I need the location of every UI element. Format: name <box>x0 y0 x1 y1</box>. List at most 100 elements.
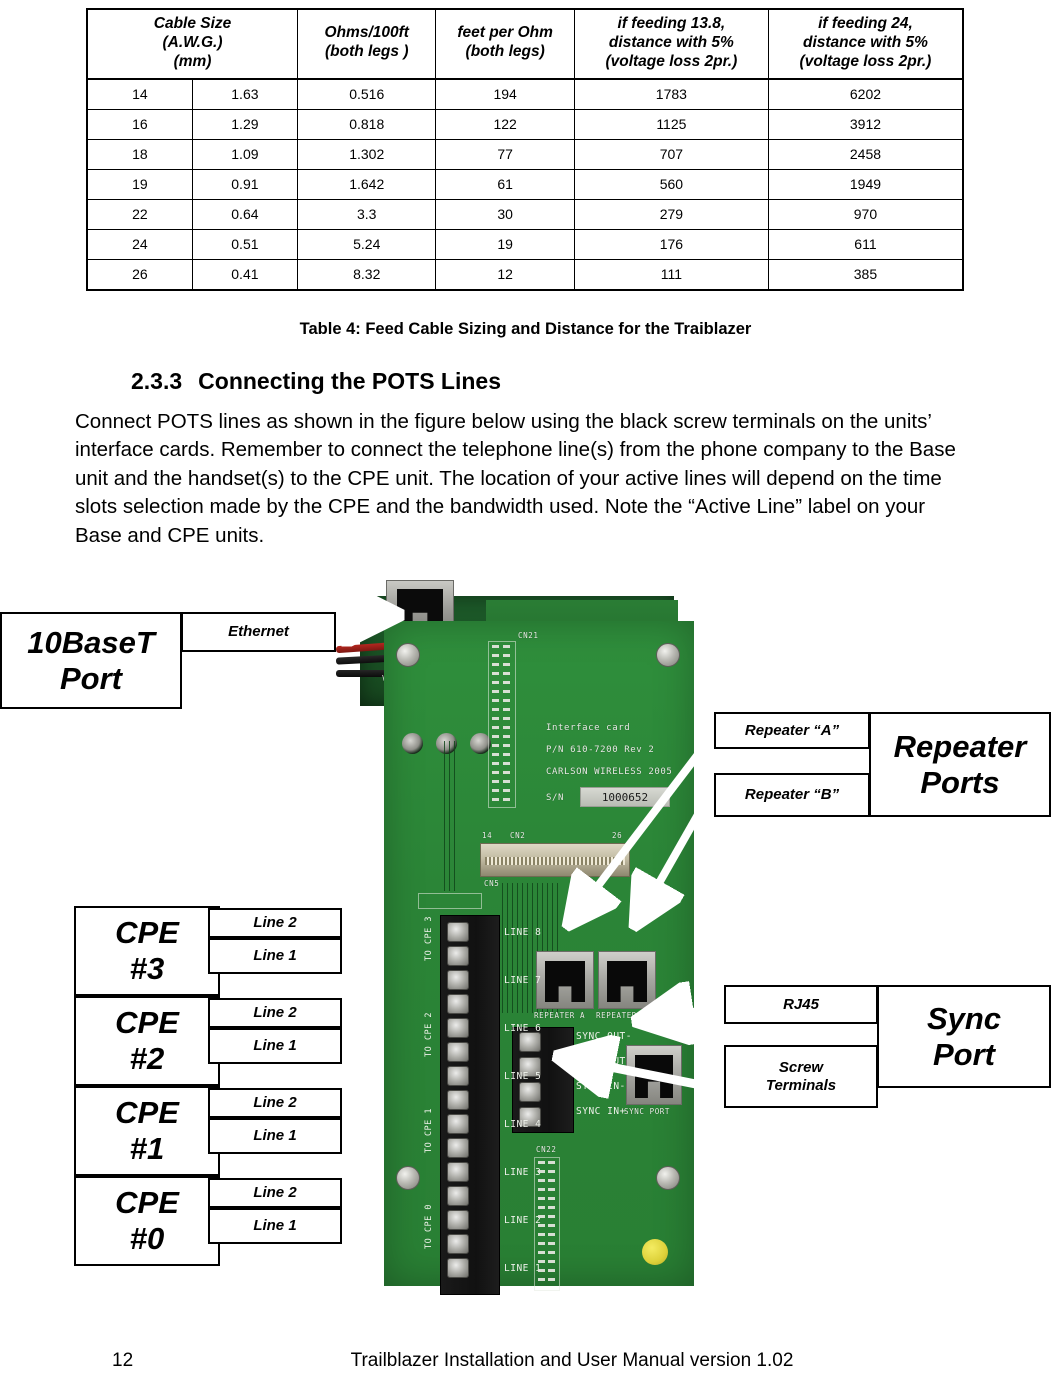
callout-cpe-0-line1: Line 1 <box>208 1208 342 1244</box>
header-line: if feeding 24, <box>818 15 913 32</box>
callout-cpe-2-line2: Line 2 <box>208 998 342 1028</box>
terminal-screw <box>447 1066 469 1086</box>
table-cell: 194 <box>435 78 575 110</box>
callout-cpe-1-line2: Line 2 <box>208 1088 342 1118</box>
table-row: 19 0.91 1.642 61 560 1949 <box>85 168 964 200</box>
table-cell: 19 <box>85 168 193 200</box>
terminal-screw <box>447 922 469 942</box>
silk-interface-card: Interface card <box>546 723 631 733</box>
pin-column <box>548 1161 555 1287</box>
terminal-screw <box>447 1114 469 1134</box>
callout-repeater-a: Repeater “A” <box>714 712 870 749</box>
table-cell: 19 <box>435 228 575 260</box>
terminal-screw <box>447 1018 469 1038</box>
callout-sync-port-label: Sync Port <box>927 1001 1001 1073</box>
table-cell: 560 <box>573 168 769 200</box>
mounting-screw-top-right <box>656 643 680 667</box>
repeater-a-rj45-jack <box>536 951 594 1009</box>
callout-cpe-2: CPE #2 <box>74 996 220 1086</box>
page-number: 12 <box>112 1350 134 1371</box>
table-header-row: Cable Size (A.W.G.) (mm) Ohms/100ft (bot… <box>86 8 964 80</box>
label-line-1: CPE <box>115 1095 179 1131</box>
table-row: 14 1.63 0.516 194 1783 6202 <box>85 78 964 110</box>
terminal-screw <box>447 1258 469 1278</box>
connector-cn21 <box>488 641 516 808</box>
label-line-2: #1 <box>129 1131 165 1166</box>
callout-ethernet: Ethernet <box>181 612 336 652</box>
callout-cpe-label: CPE #0 <box>115 1185 179 1257</box>
table-cell: 26 <box>85 258 193 291</box>
table-cell: 970 <box>767 198 964 230</box>
feed-cable-table-wrapper: Cable Size (A.W.G.) (mm) Ohms/100ft (bot… <box>85 8 964 291</box>
table-cell: 6202 <box>767 78 964 110</box>
table-cell: 1783 <box>573 78 769 110</box>
table-caption: Table 4: Feed Cable Sizing and Distance … <box>299 320 752 338</box>
silk-company: CARLSON WIRELESS 2005 <box>546 767 673 777</box>
header-line: if feeding 13.8, <box>617 15 726 32</box>
table-cell: 2458 <box>767 138 964 170</box>
pin-column <box>538 1161 545 1287</box>
table-cell: 279 <box>573 198 769 230</box>
label-line-1: Screw <box>778 1059 824 1077</box>
header-line: (mm) <box>173 52 212 70</box>
silk-cn22: CN22 <box>536 1145 557 1154</box>
table-cell: 1.29 <box>191 108 299 140</box>
label-line-2: #2 <box>129 1041 165 1076</box>
table-cell: 1.09 <box>191 138 299 170</box>
pin-column <box>503 645 510 804</box>
table-cell: 0.91 <box>191 168 299 200</box>
header-line: (both legs ) <box>324 43 409 61</box>
table-cell: 77 <box>435 138 575 170</box>
label-line-1: CPE <box>115 1185 179 1221</box>
label-line-1: CPE <box>115 1005 179 1041</box>
silk-line-4: LINE 4 <box>504 1119 542 1130</box>
silk-cn2: CN2 <box>510 831 526 840</box>
column-header-cable-size: Cable Size (A.W.G.) (mm) <box>86 8 299 80</box>
column-header-feet-per-ohm: feet per Ohm (both legs) <box>435 8 575 80</box>
label-line-1: CPE <box>115 915 179 951</box>
label-line-2: #0 <box>129 1221 165 1256</box>
header-line: (both legs) <box>465 43 545 61</box>
header-line: Ohms/100ft <box>324 24 409 42</box>
table-row: 24 0.51 5.24 19 176 611 <box>85 228 964 260</box>
label-line-2: Terminals <box>765 1076 837 1094</box>
silk-line-5: LINE 5 <box>504 1071 542 1082</box>
terminal-screw <box>447 970 469 990</box>
table-cell: 8.32 <box>297 258 437 291</box>
silk-sync-out-minus: SYNC OUT- <box>576 1031 632 1042</box>
callout-repeater-b: Repeater “B” <box>714 773 870 817</box>
board-hole-1 <box>402 733 423 754</box>
callout-cpe-3: CPE #3 <box>74 906 220 996</box>
table-cell: 111 <box>573 258 769 291</box>
table-cell: 1.63 <box>191 78 299 110</box>
label-line-1: Sync <box>926 1000 1002 1036</box>
silk-to-cpe-1: TO CPE 1 <box>424 1108 434 1153</box>
silk-repeater-a: REPEATER A <box>534 1011 586 1020</box>
terminal-screw <box>447 1162 469 1182</box>
header-line: distance with 5% <box>608 33 734 51</box>
table-cell: 122 <box>435 108 575 140</box>
header-line: (voltage loss 2pr.) <box>799 52 932 70</box>
table-cell: 24 <box>85 228 193 260</box>
yellow-test-pad <box>642 1239 668 1265</box>
callout-10baset-port-label: 10BaseT Port <box>27 625 155 697</box>
table-cell: 0.41 <box>191 258 299 291</box>
label-line-1: Repeater <box>893 728 1027 764</box>
table-cell: 61 <box>435 168 575 200</box>
sync-port-rj45-jack <box>626 1045 682 1105</box>
pin-column <box>492 645 499 804</box>
table-cell: 0.516 <box>297 78 437 110</box>
terminal-screw <box>447 1138 469 1158</box>
header-line: feet per Ohm <box>457 24 553 42</box>
footer-text: Trailblazer Installation and User Manual… <box>350 1350 794 1371</box>
terminal-screw <box>447 1186 469 1206</box>
table-cell: 1.302 <box>297 138 437 170</box>
callout-cpe-label: CPE #2 <box>115 1005 179 1077</box>
silk-sync-out-plus: SYNC OUT+ <box>576 1056 632 1067</box>
table-cell: 3.3 <box>297 198 437 230</box>
table-cell: 12 <box>435 258 575 291</box>
header-line: distance with 5% <box>803 33 928 51</box>
terminal-screw <box>447 994 469 1014</box>
table-cell: 16 <box>85 108 193 140</box>
table-cell: 3912 <box>767 108 964 140</box>
